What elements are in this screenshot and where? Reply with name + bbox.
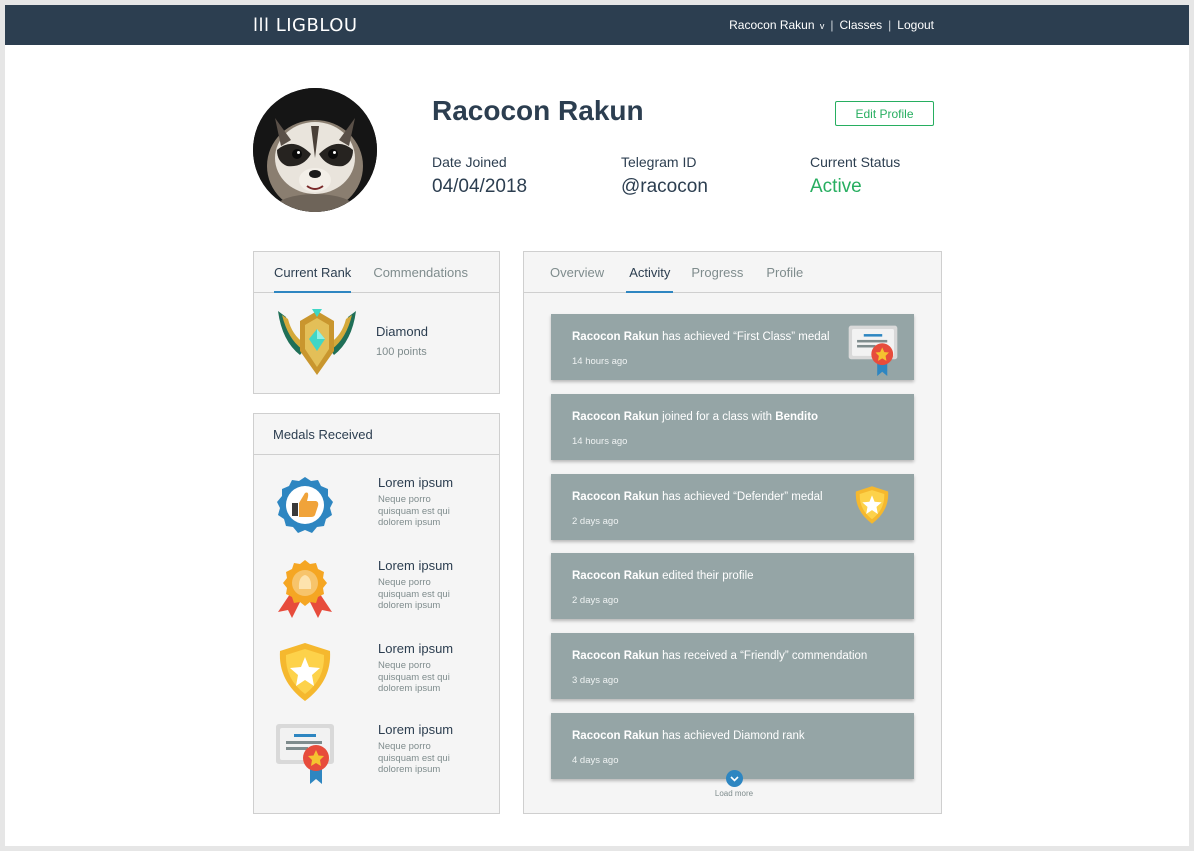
raccoon-avatar-image — [253, 88, 377, 212]
chevron-down-icon: v — [819, 21, 825, 31]
activity-actor[interactable]: Racocon Rakun — [572, 491, 659, 503]
nav-separator: | — [888, 18, 892, 32]
activity-text: Racocon Rakun has achieved “Defender” me… — [572, 491, 823, 503]
activity-text: Racocon Rakun edited their profile — [572, 570, 754, 582]
activity-actor[interactable]: Racocon Rakun — [572, 331, 659, 343]
telegram-stat: Telegram ID @racocon — [621, 154, 708, 198]
activity-time: 2 days ago — [572, 516, 619, 527]
activity-time: 2 days ago — [572, 595, 619, 606]
activity-panel: Overview Activity Progress Profile Racoc… — [523, 251, 942, 814]
medal-title: Lorem ipsum — [378, 475, 454, 490]
medals-panel: Medals Received Lorem ipsum Neque porro … — [253, 413, 500, 814]
star-shield-icon — [279, 643, 331, 701]
activity-time: 3 days ago — [572, 675, 619, 686]
tab-progress[interactable]: Progress — [691, 252, 743, 292]
medal-item: Lorem ipsum Neque porro quisquam est qui… — [254, 558, 498, 628]
star-shield-icon — [855, 486, 889, 524]
activity-message: edited their profile — [658, 570, 754, 582]
app-logo[interactable]: lll LIGBLOU — [253, 15, 358, 36]
user-menu[interactable]: Racocon Rakun v — [729, 18, 824, 32]
classes-link[interactable]: Classes — [839, 18, 882, 32]
user-menu-label: Racocon Rakun — [729, 18, 815, 32]
status-label: Current Status — [810, 154, 901, 170]
tab-profile[interactable]: Profile — [766, 252, 803, 292]
tab-overview[interactable]: Overview — [550, 252, 604, 292]
activity-card[interactable]: Racocon Rakun edited their profile 2 day… — [551, 553, 914, 619]
medal-item: Lorem ipsum Neque porro quisquam est qui… — [254, 722, 498, 792]
page-frame: lll LIGBLOU Racocon Rakun v | Classes | … — [5, 5, 1189, 846]
top-navbar: lll LIGBLOU Racocon Rakun v | Classes | … — [5, 5, 1189, 45]
profile-name: Racocon Rakun — [432, 95, 644, 126]
activity-tabs: Overview Activity Progress Profile — [524, 252, 941, 293]
tab-commendations[interactable]: Commendations — [373, 252, 468, 292]
tab-current-rank[interactable]: Current Rank — [274, 252, 352, 293]
rank-panel: Current Rank Commendations Diamond 100 p… — [253, 251, 500, 394]
medal-description: Neque porro quisquam est qui dolorem ips… — [378, 741, 450, 775]
status-value: Active — [810, 176, 862, 197]
edit-profile-button[interactable]: Edit Profile — [835, 101, 934, 126]
chevron-down-icon — [725, 770, 743, 787]
date-joined-value: 04/04/2018 — [432, 176, 528, 197]
load-more-label: Load more — [714, 789, 754, 798]
rank-tabs: Current Rank Commendations — [254, 252, 499, 293]
activity-time: 14 hours ago — [572, 436, 628, 447]
activity-actor[interactable]: Racocon Rakun — [572, 730, 659, 742]
telegram-label: Telegram ID — [621, 154, 697, 170]
avatar — [253, 88, 377, 212]
status-stat: Current Status Active — [810, 154, 900, 198]
date-joined-stat: Date Joined 04/04/2018 — [432, 154, 527, 198]
medal-description: Neque porro quisquam est qui dolorem ips… — [378, 577, 450, 611]
rank-name: Diamond — [376, 324, 429, 339]
activity-actor[interactable]: Racocon Rakun — [572, 570, 659, 582]
rosette-ribbon-icon — [278, 560, 332, 618]
activity-message: joined for a class with — [658, 411, 776, 423]
diamond-rank-icon — [278, 309, 356, 375]
telegram-value: @racocon — [621, 176, 708, 197]
medal-title: Lorem ipsum — [378, 722, 454, 737]
activity-message: has achieved “Defender” medal — [658, 491, 823, 503]
rank-points: 100 points — [376, 346, 427, 358]
load-more-button[interactable]: Load more — [704, 770, 764, 798]
medal-title: Lorem ipsum — [378, 558, 454, 573]
medal-item: Lorem ipsum Neque porro quisquam est qui… — [254, 475, 498, 545]
tab-activity[interactable]: Activity — [626, 252, 674, 293]
date-joined-label: Date Joined — [432, 154, 507, 170]
certificate-icon — [848, 325, 898, 376]
activity-message: has achieved Diamond rank — [658, 730, 805, 742]
activity-target[interactable]: Bendito — [775, 411, 818, 423]
medal-description: Neque porro quisquam est qui dolorem ips… — [378, 660, 450, 694]
activity-time: 4 days ago — [572, 755, 619, 766]
medal-description: Neque porro quisquam est qui dolorem ips… — [378, 494, 450, 528]
activity-card[interactable]: Racocon Rakun has received a “Friendly” … — [551, 633, 914, 699]
activity-actor[interactable]: Racocon Rakun — [572, 650, 659, 662]
activity-text: Racocon Rakun has received a “Friendly” … — [572, 650, 867, 662]
activity-message: has received a “Friendly” commendation — [658, 650, 868, 662]
nav-separator: | — [830, 18, 834, 32]
activity-card[interactable]: Racocon Rakun joined for a class with Be… — [551, 394, 914, 460]
activity-text: Racocon Rakun has achieved “First Class”… — [572, 331, 830, 343]
activity-text: Racocon Rakun has achieved Diamond rank — [572, 730, 805, 742]
medals-panel-title: Medals Received — [254, 414, 499, 455]
medal-title: Lorem ipsum — [378, 641, 454, 656]
logout-link[interactable]: Logout — [897, 18, 934, 32]
nav-links: Racocon Rakun v | Classes | Logout — [729, 18, 934, 32]
activity-time: 14 hours ago — [572, 356, 628, 367]
activity-message: has achieved “First Class” medal — [658, 331, 830, 343]
activity-card[interactable]: Racocon Rakun has achieved “Defender” me… — [551, 474, 914, 540]
activity-actor[interactable]: Racocon Rakun — [572, 411, 659, 423]
medal-item: Lorem ipsum Neque porro quisquam est qui… — [254, 641, 498, 711]
activity-card[interactable]: Racocon Rakun has achieved “First Class”… — [551, 314, 914, 380]
thumbs-up-badge-icon — [277, 477, 333, 533]
activity-text: Racocon Rakun joined for a class with Be… — [572, 411, 818, 423]
certificate-icon — [276, 724, 334, 784]
